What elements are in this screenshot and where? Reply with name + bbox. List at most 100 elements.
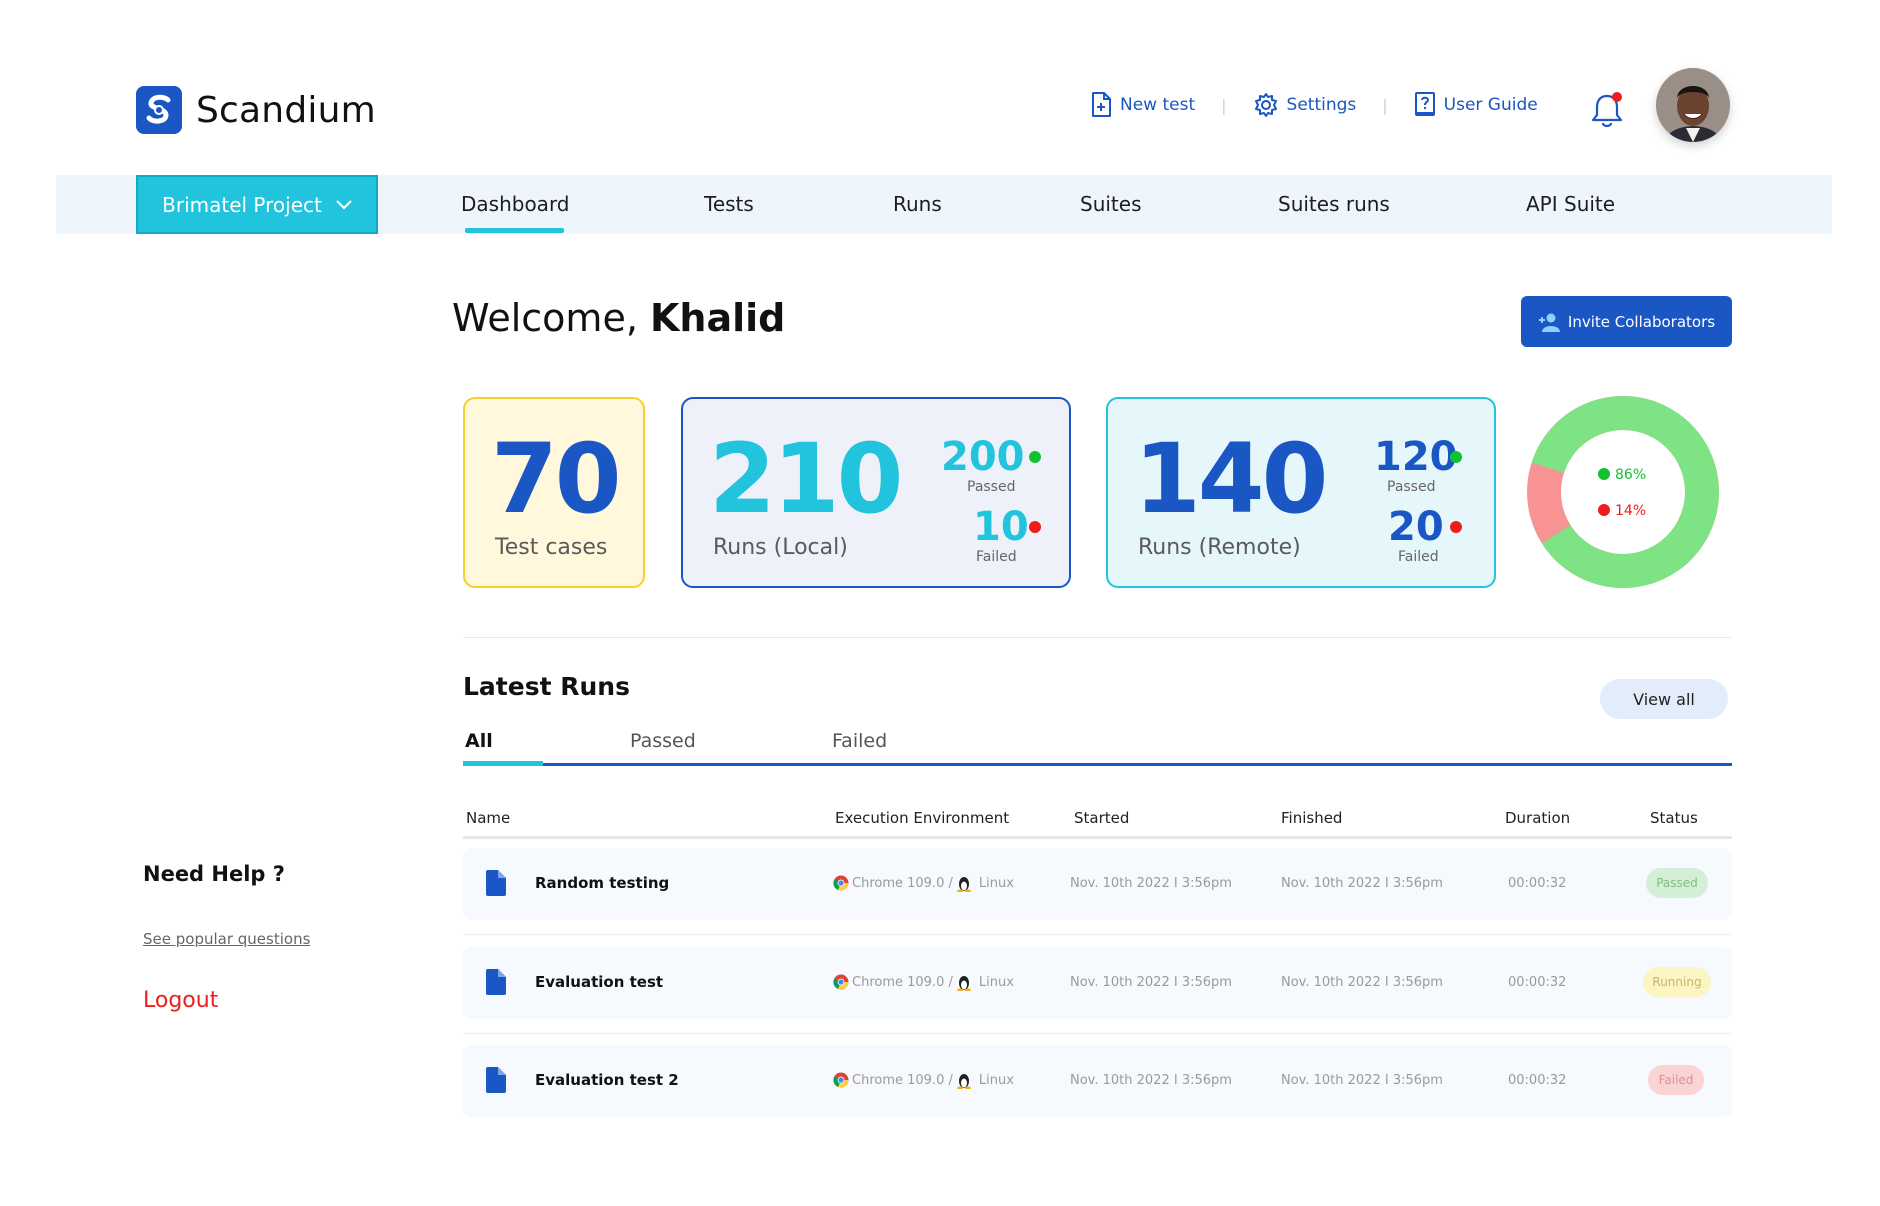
column-header-name: Name — [466, 809, 511, 827]
nav-separator: | — [1382, 95, 1388, 115]
top-nav: New test | Settings | User Guide — [1090, 92, 1538, 118]
local-failed-label: Failed — [976, 549, 1017, 565]
test-cases-card[interactable]: 70 Test cases — [463, 397, 645, 588]
passed-dot — [1029, 451, 1041, 463]
linux-icon — [956, 1074, 971, 1089]
tab-runs[interactable]: Runs — [893, 192, 942, 216]
user-guide-label: User Guide — [1443, 95, 1538, 115]
run-started: Nov. 10th 2022 I 3:56pm — [1070, 876, 1232, 891]
filter-tab-all[interactable]: All — [465, 730, 493, 752]
invite-label: Invite Collaborators — [1567, 312, 1716, 331]
pass-fail-donut: 86% 14% — [1527, 396, 1719, 588]
filter-tabs-line — [463, 763, 1732, 766]
active-tab-indicator — [465, 228, 564, 233]
run-name: Evaluation test — [535, 973, 664, 991]
table-row[interactable]: Evaluation test Chrome 109.0 / Linux Nov… — [463, 947, 1732, 1019]
row-divider — [463, 1033, 1732, 1034]
table-header-line — [463, 836, 1732, 839]
status-badge: Running — [1643, 967, 1711, 997]
status-badge: Passed — [1646, 868, 1708, 898]
failed-dot — [1029, 521, 1041, 533]
remote-failed-label: Failed — [1398, 549, 1439, 565]
project-selector[interactable]: Brimatel Project — [136, 175, 378, 234]
row-divider — [463, 934, 1732, 935]
settings-link[interactable]: Settings — [1253, 92, 1357, 118]
local-runs-label: Runs (Local) — [713, 535, 848, 560]
gear-icon — [1254, 93, 1277, 117]
tab-api-suite[interactable]: API Suite — [1526, 192, 1615, 216]
linux-icon — [956, 976, 971, 991]
tab-suites[interactable]: Suites — [1080, 192, 1142, 216]
table-row[interactable]: Random testing Chrome 109.0 / Linux Nov.… — [463, 848, 1732, 920]
logout-link[interactable]: Logout — [143, 988, 218, 1013]
notification-badge — [1612, 92, 1622, 102]
need-help-heading: Need Help ? — [143, 862, 285, 886]
donut-failed-label: 14% — [1615, 503, 1646, 519]
run-duration: 00:00:32 — [1508, 1073, 1567, 1088]
section-divider — [463, 637, 1731, 638]
remote-runs-card[interactable]: 140 Runs (Remote) 120 Passed 20 Failed — [1106, 397, 1496, 588]
donut-passed-dot — [1598, 468, 1610, 480]
column-header-status: Status — [1650, 809, 1698, 827]
donut-failed-dot — [1598, 504, 1610, 516]
chrome-icon — [833, 875, 849, 891]
run-name: Evaluation test 2 — [535, 1071, 679, 1089]
local-passed-label: Passed — [967, 479, 1016, 495]
run-started: Nov. 10th 2022 I 3:56pm — [1070, 1073, 1232, 1088]
view-all-button[interactable]: View all — [1600, 679, 1728, 719]
execution-environment: Chrome 109.0 / Linux — [833, 973, 1014, 991]
brand-logo[interactable]: Scandium — [136, 86, 376, 134]
run-finished: Nov. 10th 2022 I 3:56pm — [1281, 975, 1443, 990]
execution-environment: Chrome 109.0 / Linux — [833, 874, 1014, 892]
chrome-icon — [833, 974, 849, 990]
chrome-icon — [833, 1072, 849, 1088]
tab-dashboard[interactable]: Dashboard — [461, 192, 570, 216]
test-cases-label: Test cases — [495, 535, 608, 560]
new-test-link[interactable]: New test — [1090, 92, 1195, 118]
add-user-icon — [1538, 313, 1560, 332]
invite-collaborators-button[interactable]: Invite Collaborators — [1521, 296, 1732, 347]
local-runs-count: 210 — [709, 423, 903, 535]
execution-environment: Chrome 109.0 / Linux — [833, 1071, 1014, 1089]
browser-version: Chrome 109.0 / — [852, 875, 953, 891]
project-name: Brimatel Project — [162, 192, 322, 217]
popular-questions-link[interactable]: See popular questions — [143, 930, 310, 948]
page-title: Welcome, Khalid — [452, 296, 785, 340]
welcome-greeting: Welcome, — [452, 296, 650, 340]
filter-tab-passed[interactable]: Passed — [630, 730, 696, 752]
remote-passed-count: 120 — [1374, 434, 1458, 480]
new-file-icon — [1092, 92, 1111, 117]
chevron-down-icon — [336, 199, 352, 209]
donut-passed-label: 86% — [1615, 467, 1646, 483]
tab-tests[interactable]: Tests — [704, 192, 754, 216]
avatar[interactable] — [1656, 68, 1730, 142]
local-passed-count: 200 — [941, 434, 1025, 480]
column-header-finished: Finished — [1281, 809, 1343, 827]
status-badge: Failed — [1648, 1065, 1704, 1095]
new-test-label: New test — [1120, 95, 1196, 115]
local-runs-card[interactable]: 210 Runs (Local) 200 Passed 10 Failed — [681, 397, 1071, 588]
tab-suites-runs[interactable]: Suites runs — [1278, 192, 1390, 216]
column-header-duration: Duration — [1505, 809, 1571, 827]
table-row[interactable]: Evaluation test 2 Chrome 109.0 / Linux N… — [463, 1045, 1732, 1117]
run-duration: 00:00:32 — [1508, 876, 1567, 891]
latest-runs-title: Latest Runs — [463, 672, 630, 701]
user-guide-link[interactable]: User Guide — [1414, 92, 1538, 118]
document-icon — [486, 1067, 506, 1093]
failed-dot — [1450, 521, 1462, 533]
linux-icon — [956, 877, 971, 892]
question-book-icon — [1414, 92, 1435, 116]
os-name: Linux — [978, 974, 1014, 990]
settings-label: Settings — [1286, 95, 1357, 115]
remote-failed-count: 20 — [1388, 504, 1444, 550]
passed-dot — [1450, 451, 1462, 463]
run-finished: Nov. 10th 2022 I 3:56pm — [1281, 1073, 1443, 1088]
test-cases-count: 70 — [491, 423, 622, 535]
run-duration: 00:00:32 — [1508, 975, 1567, 990]
browser-version: Chrome 109.0 / — [852, 1072, 953, 1088]
remote-runs-count: 140 — [1134, 423, 1328, 535]
filter-tab-failed[interactable]: Failed — [832, 730, 887, 752]
column-header-environment: Execution Environment — [835, 809, 1010, 827]
browser-version: Chrome 109.0 / — [852, 974, 953, 990]
document-icon — [486, 870, 506, 896]
